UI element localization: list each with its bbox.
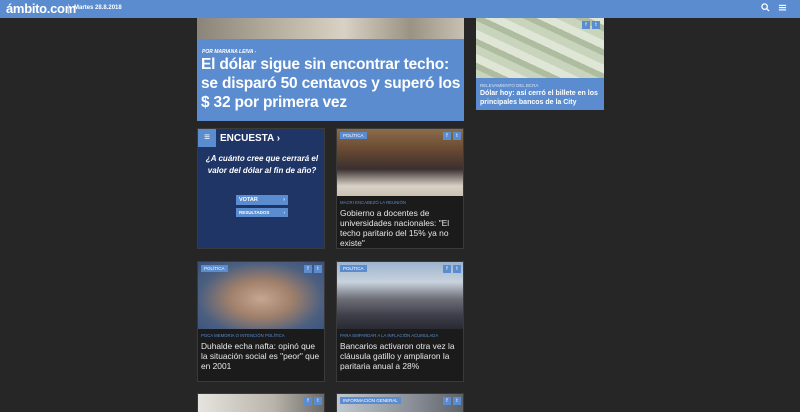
category-badge[interactable]: INFORMACIÓN GENERAL: [340, 397, 401, 404]
featured-title[interactable]: El dólar sigue sin encontrar techo: se d…: [201, 55, 463, 112]
poll-question: ¿A cuánto cree que cerrará el valor del …: [205, 154, 319, 175]
news-card[interactable]: POLÍTICA f t PARA EMPARDAR A LA INFLACIÓ…: [336, 261, 464, 382]
top-navigation-bar: ámbito.com Martes 28.8.2018: [0, 0, 800, 18]
header-date: Martes 28.8.2018: [74, 5, 122, 11]
search-icon-glyph: [760, 3, 770, 12]
category-badge[interactable]: POLÍTICA: [340, 132, 367, 139]
side-story-kicker: RELEVAMIENTO DEL BCRA: [480, 83, 539, 88]
twitter-share-icon[interactable]: t: [453, 132, 461, 140]
twitter-share-icon[interactable]: t: [314, 265, 322, 273]
news-card-kicker: MACRI ENCABEZÓ LA REUNIÓN: [340, 200, 406, 205]
chevron-right-icon: ›: [283, 210, 286, 215]
chevron-right-icon: ›: [283, 197, 285, 203]
menu-icon[interactable]: [776, 3, 788, 15]
category-badge[interactable]: POLÍTICA: [340, 265, 367, 272]
facebook-share-icon[interactable]: f: [443, 132, 451, 140]
facebook-share-icon[interactable]: f: [443, 397, 451, 405]
twitter-share-icon[interactable]: t: [453, 265, 461, 273]
news-card-title[interactable]: Gobierno a docentes de universidades nac…: [340, 208, 462, 248]
poll-widget: ≡ ENCUESTA › ¿A cuánto cree que cerrará …: [197, 128, 325, 249]
facebook-share-icon[interactable]: f: [582, 21, 590, 29]
menu-icon-glyph: [778, 4, 786, 11]
side-story-card[interactable]: f t RELEVAMIENTO DEL BCRA Dólar hoy: así…: [476, 18, 604, 110]
featured-photo[interactable]: [197, 18, 464, 39]
featured-story[interactable]: POR MARIANA LEIVA - El dólar sigue sin e…: [197, 18, 464, 121]
side-story-title[interactable]: Dólar hoy: así cerró el billete en los p…: [480, 89, 602, 107]
search-icon[interactable]: [759, 3, 771, 15]
facebook-share-icon[interactable]: f: [304, 397, 312, 405]
vote-button[interactable]: VOTAR ›: [236, 195, 288, 205]
news-card-title[interactable]: Bancarios activaron otra vez la cláusula…: [340, 341, 462, 371]
twitter-share-icon[interactable]: t: [453, 397, 461, 405]
news-card[interactable]: INFORMACIÓN GENERAL f t: [336, 393, 464, 412]
poll-icon: ≡: [198, 129, 216, 147]
results-button[interactable]: RESULTADOS ›: [236, 208, 288, 217]
header-divider: [68, 4, 69, 14]
news-card[interactable]: POLÍTICA f t MACRI ENCABEZÓ LA REUNIÓN G…: [336, 128, 464, 249]
site-logo[interactable]: ámbito.com: [6, 1, 76, 16]
news-card[interactable]: POLÍTICA f t POCA MEMORIA O INTENCIÓN PO…: [197, 261, 325, 382]
chevron-right-icon: ›: [276, 133, 281, 144]
poll-label[interactable]: ENCUESTA ›: [220, 133, 280, 144]
news-card-kicker: POCA MEMORIA O INTENCIÓN POLÍTICA: [201, 333, 285, 338]
news-card-kicker: PARA EMPARDAR A LA INFLACIÓN ACUMULADA: [340, 333, 439, 338]
news-card[interactable]: f t: [197, 393, 325, 412]
facebook-share-icon[interactable]: f: [304, 265, 312, 273]
twitter-share-icon[interactable]: t: [314, 397, 322, 405]
twitter-share-icon[interactable]: t: [592, 21, 600, 29]
facebook-share-icon[interactable]: f: [443, 265, 451, 273]
category-badge[interactable]: POLÍTICA: [201, 265, 228, 272]
vote-button-label: VOTAR: [239, 197, 258, 203]
results-button-label: RESULTADOS: [239, 210, 270, 215]
news-card-title[interactable]: Duhalde echa nafta: opinó que la situaci…: [201, 341, 323, 371]
poll-label-text: ENCUESTA: [220, 133, 274, 144]
